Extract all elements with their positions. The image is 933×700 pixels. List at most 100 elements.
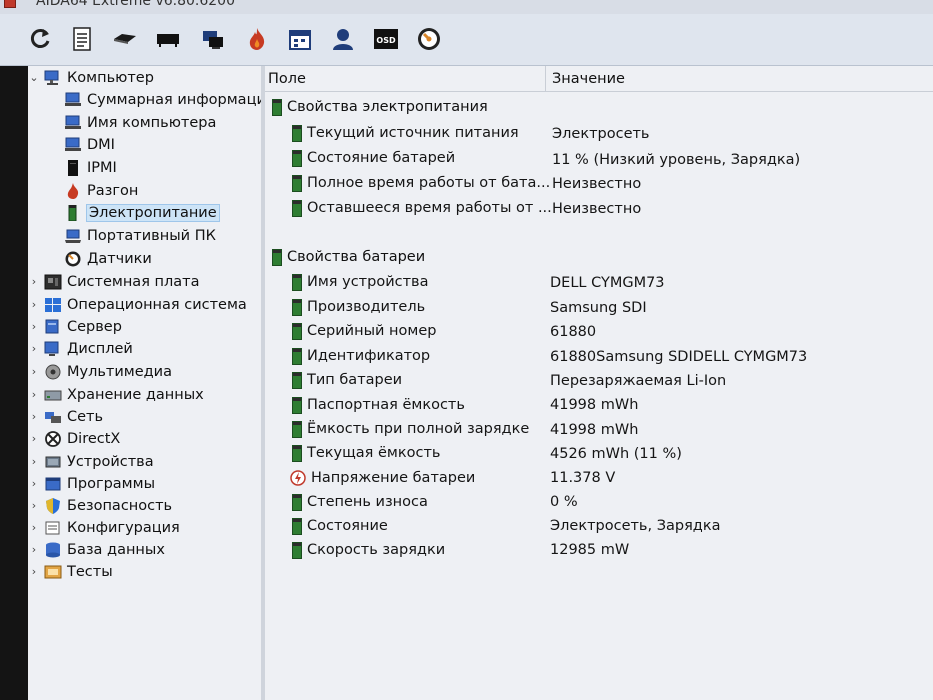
- chevron-right-icon[interactable]: ›: [28, 455, 40, 468]
- chevron-right-icon[interactable]: ›: [28, 499, 40, 512]
- user-icon[interactable]: [328, 24, 358, 54]
- table-row[interactable]: Текущий источник питания: [290, 122, 519, 144]
- tree-item-devices[interactable]: › Устройства: [28, 451, 154, 472]
- table-row[interactable]: Тип батареи: [290, 369, 402, 391]
- group-header-battery: Свойства батареи: [270, 246, 425, 268]
- tree-item-motherboard[interactable]: › Системная плата: [28, 271, 200, 292]
- chevron-right-icon[interactable]: ›: [28, 298, 40, 311]
- chevron-right-icon[interactable]: ›: [28, 320, 40, 333]
- osd-icon[interactable]: OSD: [371, 24, 401, 54]
- row-value: 0 %: [550, 494, 578, 510]
- table-row[interactable]: Текущая ёмкость: [290, 442, 440, 464]
- tree-item-computer[interactable]: ⌄ Компьютер: [28, 67, 154, 88]
- row-value: DELL CYMGM73: [550, 275, 665, 291]
- row-field: Серийный номер: [307, 323, 437, 339]
- table-row[interactable]: Имя устройства: [290, 271, 428, 293]
- refresh-icon[interactable]: [25, 24, 55, 54]
- tree-item-storage[interactable]: › Хранение данных: [28, 384, 204, 405]
- tree-item-server[interactable]: › Сервер: [28, 316, 122, 337]
- table-row[interactable]: Степень износа: [290, 491, 428, 513]
- report-icon[interactable]: [67, 24, 97, 54]
- network-icon[interactable]: [198, 24, 228, 54]
- chevron-right-icon[interactable]: ›: [28, 410, 40, 423]
- tree-item-label: IPMI: [87, 159, 117, 176]
- row-field: Текущая ёмкость: [307, 445, 441, 461]
- tree-item-label: Программы: [67, 475, 156, 492]
- table-row[interactable]: Напряжение батареи: [290, 467, 475, 489]
- chevron-right-icon[interactable]: ›: [28, 543, 40, 556]
- computer-icon: [64, 137, 82, 153]
- row-field: Тип батареи: [307, 372, 403, 388]
- tree-item-multimedia[interactable]: › Мультимедиа: [28, 361, 172, 382]
- row-value: Неизвестно: [552, 201, 642, 217]
- screen-bezel: [0, 66, 28, 700]
- tree-item-overclock[interactable]: Разгон: [64, 180, 138, 201]
- row-field: Ёмкость при полной зарядке: [307, 421, 530, 437]
- tree-item-dmi[interactable]: DMI: [64, 134, 115, 155]
- chevron-down-icon[interactable]: ⌄: [28, 71, 40, 84]
- table-row[interactable]: Производитель: [290, 296, 425, 318]
- table-row[interactable]: Полное время работы от бата...: [290, 172, 550, 194]
- row-value: Перезаряжаемая Li-Ion: [550, 373, 727, 389]
- chevron-right-icon[interactable]: ›: [28, 477, 40, 490]
- tree-item-directx[interactable]: › DirectX: [28, 428, 121, 449]
- calendar-icon[interactable]: [285, 24, 315, 54]
- tree-item-security[interactable]: › Безопасность: [28, 495, 172, 516]
- tree-item-os[interactable]: › Операционная система: [28, 294, 247, 315]
- column-header-value[interactable]: Значение: [546, 66, 933, 92]
- tree-item-label: Безопасность: [67, 497, 173, 514]
- chevron-right-icon[interactable]: ›: [28, 365, 40, 378]
- battery-icon: [292, 273, 302, 291]
- config-icon: [44, 520, 62, 536]
- tree-item-label: Сеть: [67, 408, 104, 425]
- flame-icon[interactable]: [242, 24, 272, 54]
- computer-icon: [64, 92, 82, 108]
- row-field: Состояние: [307, 518, 388, 534]
- tree-item-label: DirectX: [67, 430, 121, 447]
- chevron-right-icon[interactable]: ›: [28, 275, 40, 288]
- memory-icon[interactable]: [153, 24, 183, 54]
- shield-icon: [44, 497, 62, 514]
- table-row[interactable]: Идентификатор: [290, 345, 430, 367]
- table-row[interactable]: Состояние: [290, 515, 388, 537]
- tree-item-database[interactable]: › База данных: [28, 539, 165, 560]
- table-row[interactable]: Ёмкость при полной зарядке: [290, 418, 529, 440]
- tree-item-label: Датчики: [87, 250, 152, 267]
- tree-item-display[interactable]: › Дисплей: [28, 338, 133, 359]
- table-row[interactable]: Паспортная ёмкость: [290, 394, 465, 416]
- tree-item-label: Сервер: [67, 318, 122, 335]
- table-row[interactable]: Серийный номер: [290, 320, 436, 342]
- tree-item-config[interactable]: › Конфигурация: [28, 517, 180, 538]
- battery-icon: [272, 248, 282, 266]
- tree-item-sensors[interactable]: Датчики: [64, 248, 152, 269]
- laptop-icon: [64, 228, 82, 244]
- tree-item-ipmi[interactable]: IPMI: [64, 157, 117, 178]
- chevron-right-icon[interactable]: ›: [28, 565, 40, 578]
- gauge-icon[interactable]: [414, 24, 444, 54]
- battery-icon: [64, 204, 82, 221]
- tree-item-power[interactable]: Электропитание: [64, 202, 220, 223]
- column-header-field[interactable]: Поле: [265, 66, 545, 92]
- battery-icon: [292, 199, 302, 217]
- row-value: Samsung SDI: [550, 300, 647, 316]
- tree-item-computer-name[interactable]: Имя компьютера: [64, 112, 216, 133]
- battery-icon: [292, 149, 302, 167]
- battery-icon: [292, 347, 302, 365]
- table-row[interactable]: Оставшееся время работы от ...: [290, 197, 552, 219]
- chevron-right-icon[interactable]: ›: [28, 432, 40, 445]
- motherboard-icon[interactable]: [110, 24, 140, 54]
- tree-item-network[interactable]: › Сеть: [28, 406, 103, 427]
- chevron-right-icon[interactable]: ›: [28, 342, 40, 355]
- row-value: 11 % (Низкий уровень, Зарядка): [552, 152, 801, 168]
- chevron-right-icon[interactable]: ›: [28, 388, 40, 401]
- tree-item-summary[interactable]: Суммарная информаци: [64, 89, 261, 110]
- battery-icon: [292, 493, 302, 511]
- tree-item-portable[interactable]: Портативный ПК: [64, 225, 216, 246]
- table-row[interactable]: Скорость зарядки: [290, 539, 445, 561]
- tree-item-tests[interactable]: › Тесты: [28, 561, 113, 582]
- table-row[interactable]: Состояние батарей: [290, 147, 455, 169]
- battery-icon: [292, 517, 302, 535]
- chevron-right-icon[interactable]: ›: [28, 521, 40, 534]
- computer-icon: [64, 115, 82, 131]
- tree-item-programs[interactable]: › Программы: [28, 473, 155, 494]
